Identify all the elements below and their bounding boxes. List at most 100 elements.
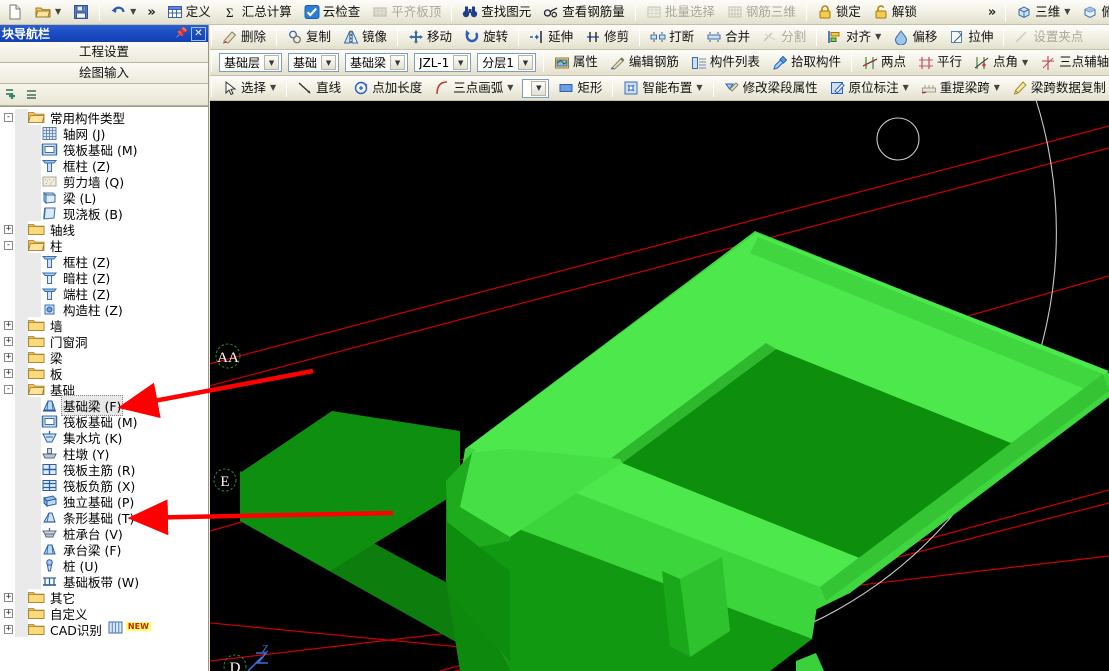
smart-layout-button[interactable]: 智能布置 ▼ [618, 77, 707, 99]
draw-option-combo[interactable]: ▼ [522, 78, 550, 98]
edit-beam-segment-button[interactable]: 修改梁段属性 [719, 77, 823, 99]
span-data-copy-button[interactable]: 梁跨数据复制 ▼ [1007, 77, 1109, 99]
toolbar-overflow-button-2[interactable]: » [983, 5, 1001, 20]
expand-all-icon[interactable] [4, 87, 20, 103]
point-angle-button[interactable]: 点角 ▼ [969, 52, 1033, 74]
rectangle-button[interactable]: 矩形 [553, 77, 607, 99]
copy-button[interactable]: 复制 [282, 26, 336, 48]
tree-item-27[interactable]: 承台梁 (F) [4, 541, 208, 558]
expand-toggle-icon[interactable]: + [4, 592, 13, 602]
toolbar-grip[interactable] [211, 79, 212, 97]
collapse-all-icon[interactable] [24, 87, 40, 103]
chevron-down-icon[interactable]: ▼ [269, 84, 276, 92]
expand-toggle-icon[interactable]: + [4, 368, 13, 378]
expand-toggle-icon[interactable]: + [4, 608, 13, 618]
tree-item-16[interactable]: + 板 [4, 365, 208, 382]
two-point-button[interactable]: 两点 [857, 52, 911, 74]
tree-item-7[interactable]: + 轴线 [4, 221, 208, 238]
properties-button[interactable]: 属性 [549, 52, 603, 74]
tab-drawing-input[interactable]: 绘图输入 [0, 63, 208, 84]
chevron-down-icon[interactable]: ▼ [874, 33, 881, 41]
toolbar-grip[interactable] [211, 28, 212, 46]
chevron-down-icon[interactable]: ▼ [264, 55, 280, 70]
toolbar-grip[interactable] [211, 53, 212, 72]
cloud-check-button[interactable]: 云检查 [299, 1, 366, 23]
mirror-button[interactable]: 镜像 [338, 26, 392, 48]
chevron-down-icon[interactable]: ▼ [902, 84, 909, 92]
three-point-arc-button[interactable]: 三点画弧 ▼ [429, 77, 518, 99]
edit-rebar-button[interactable]: 编辑钢筋 [605, 52, 684, 74]
define-button[interactable]: 定义 [162, 1, 216, 23]
three-point-axis-button[interactable]: 三点辅轴 ▼ [1035, 52, 1109, 74]
category-combo[interactable]: 基础 ▼ [288, 53, 340, 72]
component-list-button[interactable]: 构件列表 [686, 52, 765, 74]
3d-viewport[interactable]: AA E D Z [210, 101, 1109, 671]
tree-item-32[interactable]: + CAD识别 NEW [4, 621, 208, 638]
tree-item-12[interactable]: 构造柱 (Z) [4, 301, 208, 318]
tree-item-30[interactable]: + 其它 [4, 589, 208, 606]
tree-item-13[interactable]: + 墙 [4, 317, 208, 334]
tab-project-settings[interactable]: 工程设置 [0, 42, 208, 63]
expand-toggle-icon[interactable]: + [4, 352, 13, 362]
stretch-button[interactable]: 拉伸 [944, 26, 998, 48]
undo-button[interactable]: ▼ [105, 1, 141, 23]
toolbar-overflow-button[interactable]: » [142, 5, 160, 20]
new-file-button[interactable] [2, 1, 28, 23]
merge-button[interactable]: 合并 [701, 26, 755, 48]
component-type-combo[interactable]: 基础梁 ▼ [345, 53, 409, 72]
chevron-down-icon[interactable]: ▼ [993, 84, 1000, 92]
collapse-toggle-icon[interactable]: - [4, 112, 13, 122]
break-button[interactable]: 打断 [645, 26, 699, 48]
tree-item-29[interactable]: 基础板带 (W) [4, 573, 208, 590]
delete-button[interactable]: 删除 [217, 26, 271, 48]
offset-button[interactable]: 偏移 [888, 26, 942, 48]
close-icon[interactable]: ✕ [191, 26, 206, 41]
insitu-annotation-button[interactable]: 原位标注 ▼ [825, 77, 914, 99]
set-grip-button[interactable]: 设置夹点 [1009, 26, 1088, 48]
chevron-down-icon[interactable]: ▼ [129, 8, 136, 16]
expand-toggle-icon[interactable]: + [4, 224, 13, 234]
floor-combo[interactable]: 基础层 ▼ [219, 53, 283, 72]
collapse-toggle-icon[interactable]: - [4, 240, 13, 250]
extend-button[interactable]: 延伸 [524, 26, 578, 48]
save-button[interactable] [68, 1, 94, 23]
chevron-down-icon[interactable]: ▼ [321, 55, 337, 70]
tree-item-15[interactable]: + 梁 [4, 349, 208, 366]
tree-item-6[interactable]: 现浇板 (B) [4, 205, 208, 222]
align-button[interactable]: 对齐 ▼ [822, 26, 886, 48]
expand-toggle-icon[interactable]: + [4, 336, 13, 346]
respan-beam-button[interactable]: 重提梁跨 ▼ [916, 77, 1005, 99]
unlock-button[interactable]: 解锁 [868, 1, 922, 23]
batch-select-button[interactable]: 批量选择 [641, 1, 720, 23]
collapse-toggle-icon[interactable]: - [4, 384, 13, 394]
component-name-combo[interactable]: JZL-1 ▼ [414, 53, 472, 72]
chevron-down-icon[interactable]: ▼ [1021, 58, 1028, 67]
open-file-button[interactable]: ▼ [30, 1, 66, 23]
chevron-down-icon[interactable]: ▼ [517, 55, 533, 70]
chevron-down-icon[interactable]: ▼ [506, 84, 513, 92]
split-button[interactable]: 分割 [757, 26, 811, 48]
trim-button[interactable]: 修剪 [580, 26, 634, 48]
3d-model-canvas[interactable]: AA E D Z [210, 101, 1109, 671]
chevron-down-icon[interactable]: ▼ [1063, 8, 1070, 16]
expand-toggle-icon[interactable]: + [4, 320, 13, 330]
tree-item-31[interactable]: + 自定义 [4, 605, 208, 622]
pick-component-button[interactable]: 拾取构件 [767, 52, 846, 74]
expand-toggle-icon[interactable]: + [4, 624, 13, 634]
move-button[interactable]: 移动 [403, 26, 457, 48]
chevron-down-icon[interactable]: ▼ [531, 80, 547, 96]
parallel-button[interactable]: 平行 [913, 52, 967, 74]
select-button[interactable]: 选择 ▼ [217, 77, 281, 99]
top-view-button[interactable]: 俯视 ▼ [1077, 1, 1109, 23]
summary-calc-button[interactable]: Σ 汇总计算 [218, 1, 297, 23]
chevron-down-icon[interactable]: ▼ [54, 8, 61, 16]
tree-item-4[interactable]: 剪力墙 (Q) [4, 173, 208, 190]
line-button[interactable]: 直线 [292, 77, 346, 99]
lock-button[interactable]: 锁定 [812, 1, 866, 23]
view-rebar-qty-button[interactable]: 查看钢筋量 [538, 1, 630, 23]
chevron-down-icon[interactable]: ▼ [453, 55, 469, 70]
component-tree-container[interactable]: - 常用构件类型 轴网 (J) 筏板基础 (M) 框柱 (Z) 剪力墙 (Q) 梁 (L) 现… [0, 106, 208, 671]
tree-item-14[interactable]: + 门窗洞 [4, 333, 208, 350]
layer-combo[interactable]: 分层1 ▼ [477, 53, 536, 72]
rebar-3d-button[interactable]: 钢筋三维 [722, 1, 801, 23]
